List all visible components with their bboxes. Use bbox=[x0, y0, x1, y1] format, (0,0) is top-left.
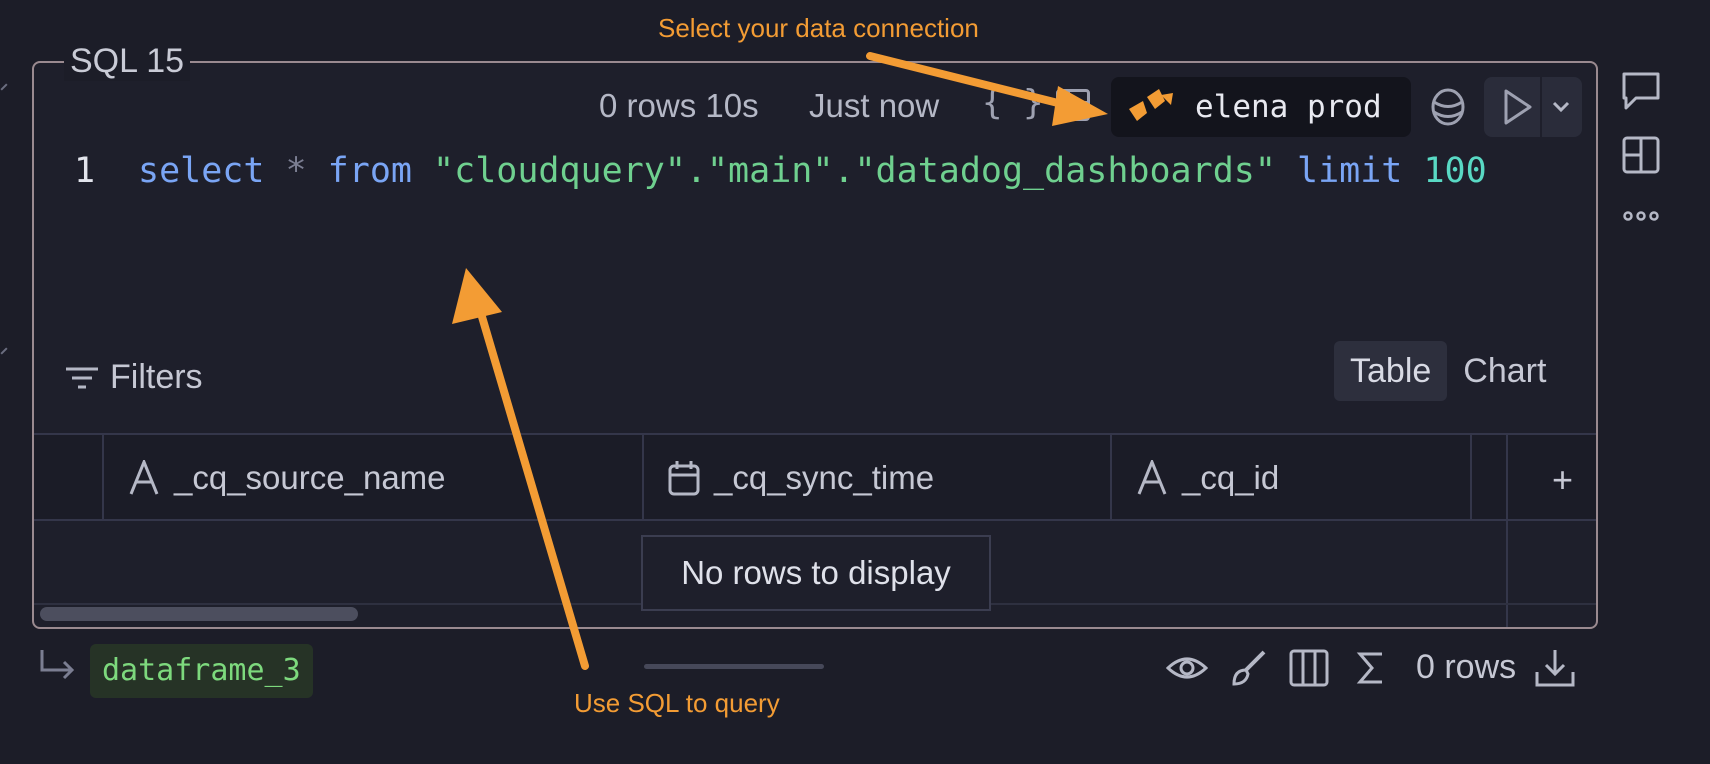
filters-label: Filters bbox=[110, 358, 203, 396]
view-switch: Table Chart bbox=[1334, 341, 1562, 401]
columns-icon[interactable] bbox=[1288, 648, 1330, 688]
sticky-column-divider bbox=[1506, 433, 1508, 627]
paint-brush-icon[interactable] bbox=[1228, 648, 1270, 688]
left-edge-mark bbox=[0, 347, 8, 355]
tab-chart[interactable]: Chart bbox=[1447, 341, 1562, 401]
column-name: _cq_id bbox=[1182, 459, 1280, 496]
connection-selector[interactable]: elena prod bbox=[1111, 77, 1411, 137]
text-type-icon bbox=[129, 460, 159, 495]
format-json-icon[interactable]: { } bbox=[982, 83, 1043, 123]
run-play-icon[interactable] bbox=[1496, 85, 1538, 129]
output-arrow-icon bbox=[40, 650, 75, 680]
sql-editor[interactable]: select * from "cloudquery"."main"."datad… bbox=[138, 151, 1487, 191]
sql-keyword: limit bbox=[1297, 151, 1403, 191]
dataframe-name[interactable]: dataframe_3 bbox=[90, 644, 313, 698]
table-view-icon[interactable] bbox=[1056, 89, 1090, 121]
line-number: 1 bbox=[74, 151, 96, 191]
horizontal-scrollbar[interactable] bbox=[40, 607, 358, 621]
column-header-cq-id[interactable]: _cq_id bbox=[1112, 435, 1472, 521]
resize-handle[interactable] bbox=[644, 664, 824, 669]
tab-table[interactable]: Table bbox=[1334, 341, 1448, 401]
column-name: _cq_sync_time bbox=[714, 459, 935, 496]
run-stats: 0 rows 10s bbox=[599, 87, 759, 124]
column-name: _cq_source_name bbox=[174, 459, 446, 496]
run-separator bbox=[1540, 77, 1542, 137]
sigma-icon[interactable] bbox=[1350, 648, 1392, 688]
column-header-cq-sync-time[interactable]: _cq_sync_time bbox=[644, 435, 1112, 521]
run-button-group bbox=[1484, 77, 1582, 137]
annotation-sql-hint: Use SQL to query bbox=[574, 688, 780, 718]
sql-cell: 0 rows 10s Just now { } elena prod 1 sel… bbox=[32, 61, 1598, 629]
chevron-down-icon[interactable] bbox=[1548, 93, 1574, 119]
connection-logo-icon bbox=[1129, 89, 1173, 121]
text-type-icon bbox=[1137, 460, 1167, 495]
column-header-cq-source-name[interactable]: _cq_source_name bbox=[104, 435, 644, 521]
sql-keyword: from bbox=[327, 151, 412, 191]
annotation-connection-hint: Select your data connection bbox=[658, 13, 979, 43]
sql-operator: * bbox=[285, 151, 307, 191]
sql-table-ref: "cloudquery"."main"."datadog_dashboards" bbox=[433, 151, 1276, 191]
row-count: 0 rows bbox=[1416, 648, 1517, 686]
cell-title: SQL 15 bbox=[64, 42, 191, 81]
database-icon[interactable] bbox=[1430, 87, 1466, 127]
sql-keyword: select bbox=[138, 151, 265, 191]
eye-icon[interactable] bbox=[1166, 648, 1208, 688]
empty-state-message: No rows to display bbox=[641, 535, 991, 611]
sql-number: 100 bbox=[1423, 151, 1487, 191]
filters-button[interactable]: Filters bbox=[66, 358, 203, 397]
layout-icon[interactable] bbox=[1620, 134, 1662, 176]
row-index-column bbox=[34, 435, 104, 521]
table-header: _cq_source_name _cq_sync_time _cq_id + bbox=[34, 433, 1596, 521]
add-column-button[interactable]: + bbox=[1552, 459, 1573, 501]
connection-name: elena prod bbox=[1195, 89, 1382, 125]
comment-icon[interactable] bbox=[1620, 70, 1662, 112]
left-edge-mark bbox=[0, 83, 8, 91]
more-options-icon[interactable] bbox=[1620, 196, 1662, 238]
last-run-time: Just now bbox=[809, 87, 940, 124]
download-icon[interactable] bbox=[1534, 648, 1576, 688]
calendar-icon bbox=[668, 461, 700, 496]
cell-toolbar: 0 rows 10s Just now { } elena prod bbox=[34, 77, 1596, 139]
filter-icon bbox=[66, 367, 98, 388]
